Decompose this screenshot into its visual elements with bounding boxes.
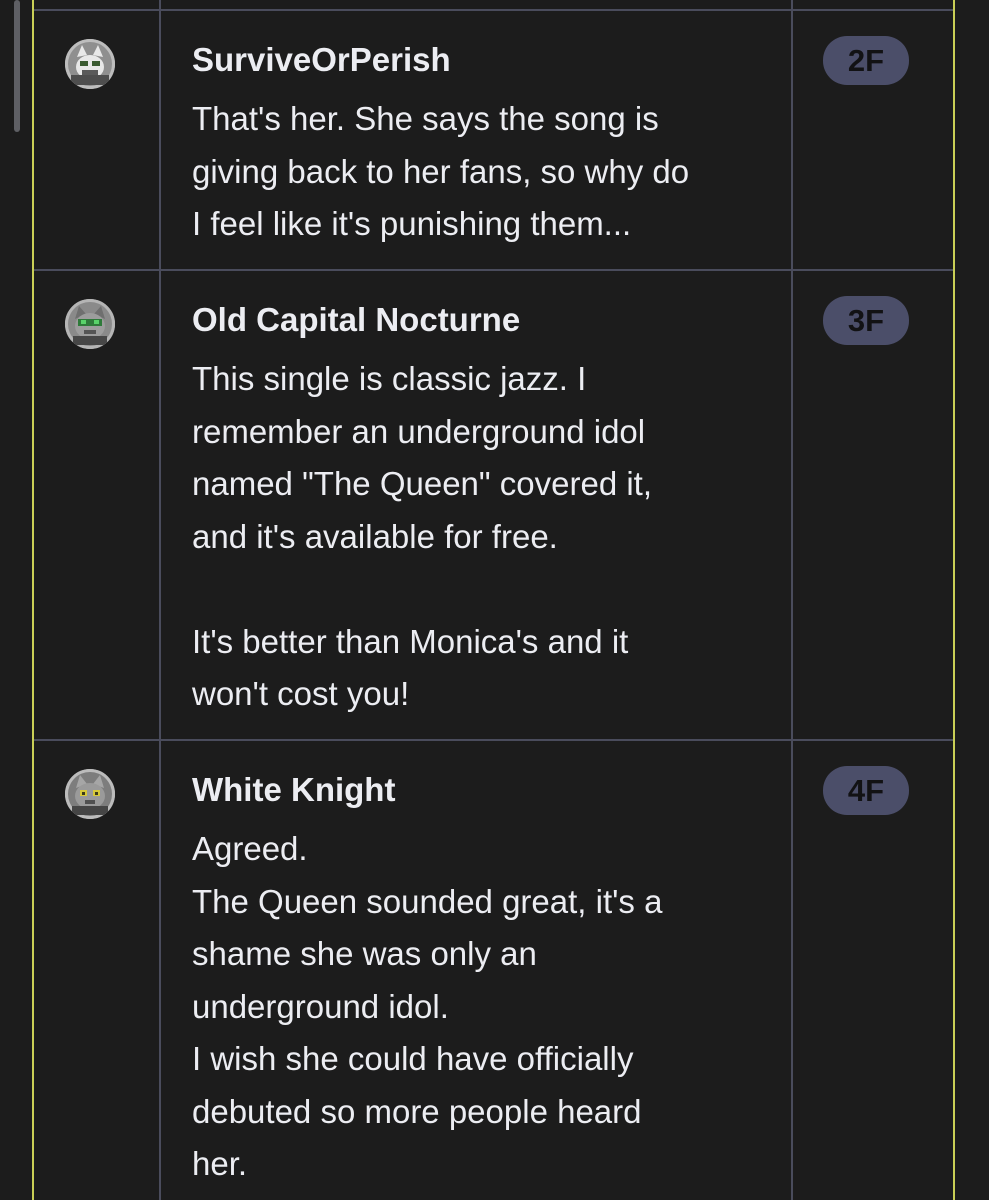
floor-badge: 4F — [823, 766, 909, 815]
column-divider — [791, 741, 793, 1200]
post-username[interactable]: White Knight — [192, 771, 395, 809]
message-line: I feel like it's punishing them... — [192, 205, 632, 242]
column-divider — [159, 741, 161, 1200]
floor-badge: 3F — [823, 296, 909, 345]
post-username[interactable]: SurviveOrPerish — [192, 41, 451, 79]
yellow-eyed-cat-avatar-icon[interactable] — [65, 769, 115, 819]
message-line: remember an underground idol — [192, 412, 646, 450]
scrollbar-thumb[interactable] — [14, 0, 20, 132]
column-divider — [791, 11, 793, 269]
message-line: It's better than Monica's and it — [192, 622, 629, 660]
message-line: This single is classic jazz. I — [192, 360, 587, 397]
message-line: her. — [192, 1145, 248, 1182]
post-row: Old Capital Nocturne This single is clas… — [34, 271, 953, 741]
column-divider — [791, 271, 793, 739]
message-line: won't cost you! — [192, 675, 410, 712]
white-cat-avatar-icon[interactable] — [65, 39, 115, 89]
post-message: This single is classic jazz. I remember … — [192, 353, 772, 721]
column-divider — [159, 271, 161, 739]
message-line: Agreed. — [192, 830, 308, 867]
message-line: named "The Queen" covered it, — [192, 465, 653, 502]
post-message: That's her. She says the song is giving … — [192, 93, 772, 251]
message-line: debuted so more people heard — [192, 1092, 642, 1130]
comment-thread: SurviveOrPerish That's her. She says the… — [32, 0, 955, 1200]
post-row: SurviveOrPerish That's her. She says the… — [34, 11, 953, 271]
message-line: and it's available for free. — [192, 517, 558, 555]
floor-badge: 2F — [823, 36, 909, 85]
post-username[interactable]: Old Capital Nocturne — [192, 301, 520, 339]
message-line: I wish she could have officially — [192, 1040, 634, 1077]
message-line: shame she was only an — [192, 935, 537, 972]
green-eyed-cat-avatar-icon[interactable] — [65, 299, 115, 349]
message-line: The Queen sounded great, it's a — [192, 882, 663, 920]
column-divider — [159, 11, 161, 269]
message-line: That's her. She says the song is — [192, 100, 659, 137]
message-line: underground idol. — [192, 987, 449, 1025]
post-message: Agreed. The Queen sounded great, it's a … — [192, 823, 772, 1191]
post-row: White Knight Agreed. The Queen sounded g… — [34, 741, 953, 1200]
message-line: giving back to her fans, so why do — [192, 152, 690, 190]
